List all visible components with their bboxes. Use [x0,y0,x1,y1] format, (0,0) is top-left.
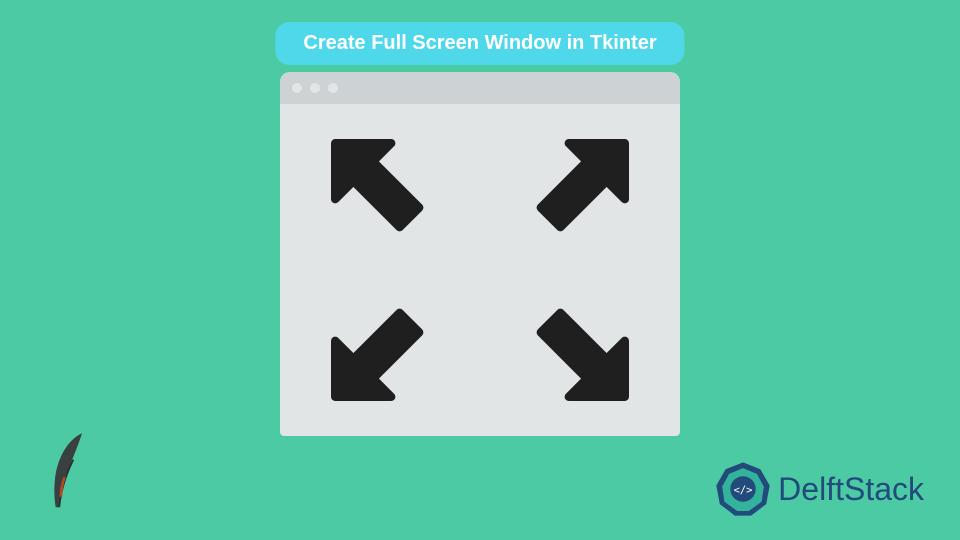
svg-text:</>: </> [734,485,753,497]
window-titlebar [280,72,680,104]
expand-arrow-top-right-icon [510,118,650,258]
traffic-light-dot [328,83,338,93]
traffic-light-dot [292,83,302,93]
traffic-light-dot [310,83,320,93]
window-body [280,104,680,436]
feather-icon [40,428,96,516]
brand-logo: </> DelftStack [714,460,924,518]
page-title-text: Create Full Screen Window in Tkinter [303,32,656,54]
delftstack-logo-mark-icon: </> [714,460,772,518]
expand-arrow-bottom-left-icon [310,282,450,422]
expand-arrow-bottom-right-icon [510,282,650,422]
page-title-pill: Create Full Screen Window in Tkinter [275,22,684,65]
brand-name: DelftStack [778,471,924,508]
expand-arrow-top-left-icon [310,118,450,258]
window-illustration [280,72,680,436]
